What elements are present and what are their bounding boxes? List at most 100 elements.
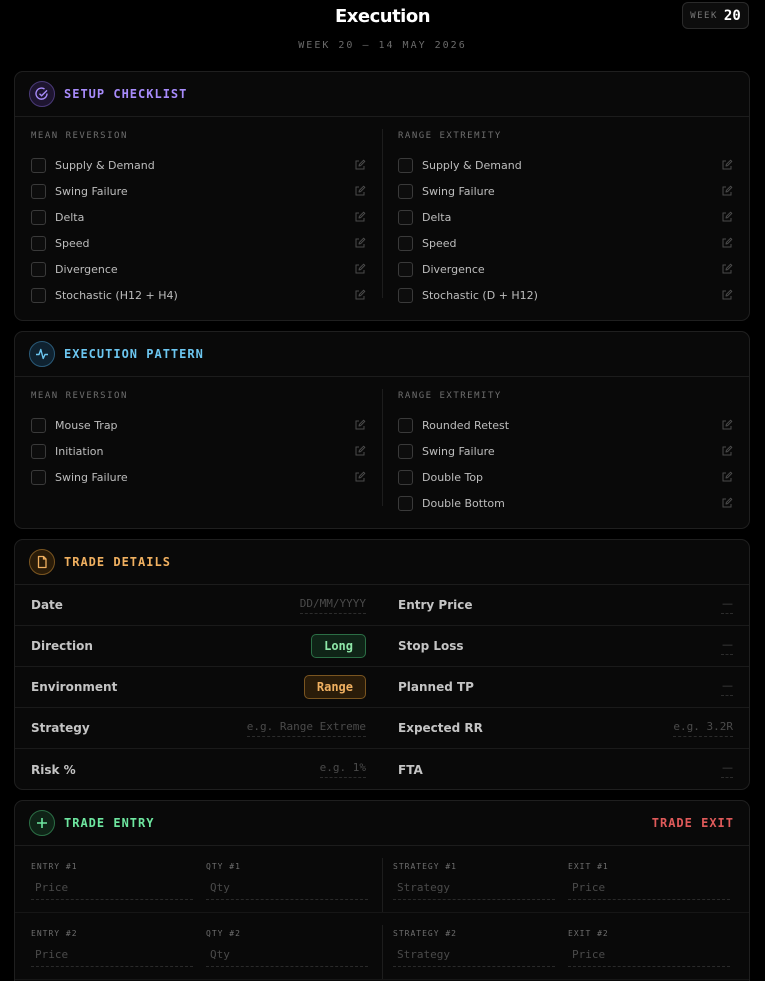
checklist-item-swing-failure[interactable]: Swing Failure bbox=[398, 178, 733, 204]
exit-strategy-input[interactable]: Strategy bbox=[393, 948, 555, 967]
edit-icon[interactable] bbox=[721, 159, 733, 171]
entry-price-label: ENTRY #2 bbox=[31, 929, 78, 938]
edit-icon[interactable] bbox=[354, 263, 366, 275]
edit-icon[interactable] bbox=[354, 185, 366, 197]
checklist-item-divergence[interactable]: Divergence bbox=[31, 256, 366, 282]
checkbox[interactable] bbox=[31, 157, 46, 173]
checklist-item-double-bottom[interactable]: Double Bottom bbox=[398, 490, 733, 516]
checklist-item-mouse-trap[interactable]: Mouse Trap bbox=[31, 412, 366, 438]
entry-price-input[interactable]: Price bbox=[31, 881, 193, 900]
checkbox[interactable] bbox=[398, 495, 413, 511]
checklist-item-supply-demand[interactable]: Supply & Demand bbox=[31, 152, 366, 178]
checkbox[interactable] bbox=[31, 443, 46, 459]
risk-input[interactable]: e.g. 1% bbox=[319, 761, 366, 778]
checklist-item-rounded-retest[interactable]: Rounded Retest bbox=[398, 412, 733, 438]
checkbox[interactable] bbox=[398, 209, 413, 225]
plus-icon[interactable] bbox=[29, 810, 55, 836]
edit-icon[interactable] bbox=[354, 211, 366, 223]
trade-entry-row: ENTRY #2 Price QTY #2 Qty STRATEGY #2 Strateg… bbox=[15, 913, 749, 980]
environment-toggle[interactable]: Range bbox=[303, 675, 366, 699]
checklist-item-delta[interactable]: Delta bbox=[31, 204, 366, 230]
planned-tp-input[interactable]: — bbox=[721, 679, 733, 696]
execution-pattern-title: EXECUTION PATTERN bbox=[64, 347, 204, 361]
edit-icon[interactable] bbox=[354, 445, 366, 457]
edit-icon[interactable] bbox=[721, 471, 733, 483]
edit-icon[interactable] bbox=[354, 289, 366, 301]
checkbox[interactable] bbox=[398, 287, 413, 303]
checkbox[interactable] bbox=[398, 417, 413, 433]
entry-qty-input[interactable]: Qty bbox=[206, 881, 368, 900]
checklist-item-stochastic-d-h12[interactable]: Stochastic (D + H12) bbox=[398, 282, 733, 308]
exit-price-input[interactable]: Price bbox=[568, 881, 730, 900]
document-icon bbox=[29, 549, 55, 575]
edit-icon[interactable] bbox=[721, 185, 733, 197]
edit-icon[interactable] bbox=[721, 445, 733, 457]
strategy-input[interactable]: e.g. Range Extreme bbox=[246, 720, 366, 737]
edit-icon[interactable] bbox=[721, 419, 733, 431]
stop-loss-input[interactable]: — bbox=[721, 638, 733, 655]
checkbox[interactable] bbox=[31, 287, 46, 303]
pattern-col-range-extremity: RANGE EXTREMITY Rounded Retest Swing Fail… bbox=[382, 377, 749, 516]
entry-qty-input[interactable]: Qty bbox=[206, 948, 368, 967]
column-divider bbox=[382, 925, 383, 979]
edit-icon[interactable] bbox=[354, 419, 366, 431]
checkbox[interactable] bbox=[398, 443, 413, 459]
checkbox[interactable] bbox=[31, 183, 46, 199]
checklist: Supply & Demand Swing Failure Delta Speed Di… bbox=[398, 152, 733, 308]
checklist-item-supply-demand[interactable]: Supply & Demand bbox=[398, 152, 733, 178]
checkbox[interactable] bbox=[398, 183, 413, 199]
week-label: WEEK bbox=[690, 10, 718, 21]
checklist-item-label: Rounded Retest bbox=[422, 418, 510, 432]
edit-icon[interactable] bbox=[721, 211, 733, 223]
checklist-item-stochastic-h12-h4[interactable]: Stochastic (H12 + H4) bbox=[31, 282, 366, 308]
edit-icon[interactable] bbox=[354, 159, 366, 171]
edit-icon[interactable] bbox=[721, 263, 733, 275]
checkbox[interactable] bbox=[31, 261, 46, 277]
checklist-item-divergence[interactable]: Divergence bbox=[398, 256, 733, 282]
checklist-item-label: Swing Failure bbox=[422, 184, 495, 198]
checklist-item-initiation[interactable]: Initiation bbox=[31, 438, 366, 464]
week-badge[interactable]: WEEK 20 bbox=[682, 2, 749, 29]
date-input[interactable]: DD/MM/YYYY bbox=[299, 597, 366, 614]
checklist-item-swing-failure[interactable]: Swing Failure bbox=[31, 178, 366, 204]
setup-checklist-title: SETUP CHECKLIST bbox=[64, 87, 188, 101]
execution-pattern-columns: MEAN REVERSION Mouse Trap Initiation Swing… bbox=[15, 377, 749, 516]
planned-tp-label: Planned TP bbox=[398, 680, 474, 694]
checkbox[interactable] bbox=[31, 417, 46, 433]
expected-rr-input[interactable]: e.g. 3.2R bbox=[673, 720, 733, 737]
date-label: Date bbox=[31, 598, 63, 612]
checkbox[interactable] bbox=[398, 235, 413, 251]
checkbox[interactable] bbox=[31, 235, 46, 251]
entry-price-input[interactable]: — bbox=[721, 597, 733, 614]
checkbox[interactable] bbox=[398, 157, 413, 173]
exit-strategy-input[interactable]: Strategy bbox=[393, 881, 555, 900]
edit-icon[interactable] bbox=[354, 237, 366, 249]
edit-icon[interactable] bbox=[354, 471, 366, 483]
checklist-item-speed[interactable]: Speed bbox=[398, 230, 733, 256]
checklist-item-double-top[interactable]: Double Top bbox=[398, 464, 733, 490]
edit-icon[interactable] bbox=[721, 237, 733, 249]
exit-price-input[interactable]: Price bbox=[568, 948, 730, 967]
edit-icon[interactable] bbox=[721, 289, 733, 301]
checklist-item-swing-failure[interactable]: Swing Failure bbox=[31, 464, 366, 490]
stop-loss-label: Stop Loss bbox=[398, 639, 464, 653]
page-subtitle: WEEK 20 — 14 MAY 2026 bbox=[298, 40, 467, 51]
checklist-item-speed[interactable]: Speed bbox=[31, 230, 366, 256]
direction-toggle[interactable]: Long bbox=[311, 634, 366, 658]
trade-entry-rows: ENTRY #1 Price QTY #1 Qty STRATEGY #1 Strateg… bbox=[15, 846, 749, 980]
checklist-item-delta[interactable]: Delta bbox=[398, 204, 733, 230]
checkbox[interactable] bbox=[398, 261, 413, 277]
checklist-item-label: Speed bbox=[55, 236, 90, 250]
edit-icon[interactable] bbox=[721, 497, 733, 509]
checklist-item-swing-failure[interactable]: Swing Failure bbox=[398, 438, 733, 464]
entry-qty-label: QTY #1 bbox=[206, 862, 241, 871]
checkbox[interactable] bbox=[31, 209, 46, 225]
fta-input[interactable]: — bbox=[721, 761, 733, 778]
checkbox[interactable] bbox=[31, 469, 46, 485]
direction-row: Direction Long bbox=[15, 626, 382, 667]
checkbox[interactable] bbox=[398, 469, 413, 485]
entry-price-input[interactable]: Price bbox=[31, 948, 193, 967]
strategy-row: Strategy e.g. Range Extreme bbox=[15, 708, 382, 749]
column-label: RANGE EXTREMITY bbox=[398, 391, 502, 401]
exit-price-label: EXIT #2 bbox=[568, 929, 609, 938]
